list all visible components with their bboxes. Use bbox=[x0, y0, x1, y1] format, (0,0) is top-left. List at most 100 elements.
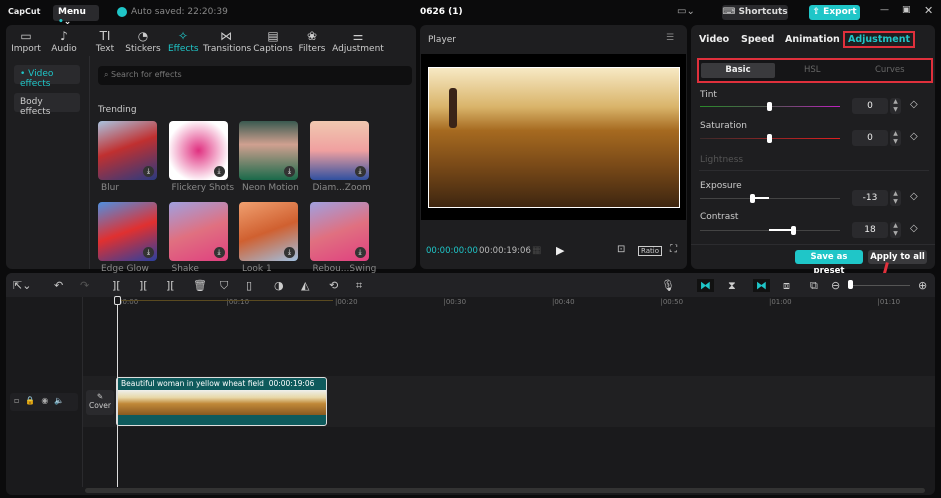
download-icon[interactable]: ⤓ bbox=[354, 247, 366, 258]
toolbar-captions[interactable]: ▤ Captions bbox=[253, 29, 293, 54]
play-button[interactable]: ▶ bbox=[556, 244, 564, 257]
subtab-hsl[interactable]: HSL bbox=[804, 63, 821, 78]
zoom-in-icon[interactable]: ⊕ bbox=[918, 279, 927, 292]
track-icon[interactable]: ▫ bbox=[14, 396, 25, 405]
toolbar-filters[interactable]: ❀ Filters bbox=[297, 29, 327, 54]
subtab-curves[interactable]: Curves bbox=[875, 63, 905, 78]
toolbar-adjustment[interactable]: ⚌ Adjustment bbox=[332, 29, 384, 54]
close-icon[interactable]: ✕ bbox=[924, 4, 933, 17]
apply-to-all-button[interactable]: Apply to all bbox=[868, 250, 927, 264]
microphone-icon[interactable]: 🎙 bbox=[661, 279, 675, 292]
menu-button[interactable]: Menu •⌄ bbox=[53, 5, 99, 27]
effects-search-input[interactable]: ⌕ Search for effects bbox=[98, 66, 412, 85]
eye-icon[interactable]: ◉ bbox=[41, 396, 54, 405]
layout-icon[interactable]: ▭⌄ bbox=[677, 6, 695, 17]
freeze-icon[interactable]: ▯ bbox=[246, 279, 252, 292]
thumbnail-icon[interactable]: ⧉ bbox=[810, 279, 818, 293]
download-icon[interactable]: ⤓ bbox=[284, 247, 295, 258]
tab-speed[interactable]: Speed bbox=[741, 34, 774, 45]
toolbar-stickers[interactable]: ◔ Stickers bbox=[125, 29, 161, 54]
effect-thumbnail[interactable]: ⤓ bbox=[98, 121, 157, 180]
zoom-slider[interactable] bbox=[850, 285, 910, 286]
saturation-stepper[interactable]: ▲ ▼ bbox=[890, 130, 901, 146]
fit-icon[interactable]: ⊡ bbox=[617, 244, 625, 255]
redo-icon[interactable]: ↷ bbox=[80, 279, 89, 292]
download-icon[interactable]: ⤓ bbox=[354, 166, 366, 177]
video-clip[interactable]: Beautiful woman in yellow wheat field 00… bbox=[116, 377, 327, 426]
grid-icon[interactable]: ▦ bbox=[532, 245, 541, 256]
contrast-slider-handle[interactable] bbox=[791, 226, 796, 235]
toolbar-audio[interactable]: ♪ Audio bbox=[48, 29, 80, 54]
minimize-icon[interactable]: — bbox=[880, 5, 889, 15]
effect-thumbnail[interactable]: ⤓ bbox=[309, 202, 369, 261]
download-icon[interactable]: ⤓ bbox=[213, 247, 225, 258]
saturation-slider-handle[interactable] bbox=[767, 134, 772, 143]
cover-button[interactable]: ✎ Cover bbox=[86, 390, 114, 415]
delete-icon[interactable]: 🗑 bbox=[193, 279, 207, 292]
shortcuts-button[interactable]: ⌨ Shortcuts bbox=[722, 5, 788, 20]
effect-thumbnail[interactable]: ⤓ bbox=[239, 202, 298, 261]
download-icon[interactable]: ⤓ bbox=[284, 166, 295, 177]
split-right-icon[interactable]: ][ bbox=[166, 279, 175, 292]
toolbar-transitions[interactable]: ⋈ Transitions bbox=[203, 29, 251, 54]
contrast-keyframe-icon[interactable]: ◇ bbox=[910, 223, 918, 234]
zoom-out-icon[interactable]: ⊖ bbox=[831, 279, 840, 292]
effect-thumbnail[interactable]: ⤓ bbox=[309, 121, 369, 180]
saturation-keyframe-icon[interactable]: ◇ bbox=[910, 131, 918, 142]
tint-slider-handle[interactable] bbox=[767, 102, 772, 111]
download-icon[interactable]: ⤓ bbox=[143, 247, 154, 258]
download-icon[interactable]: ⤓ bbox=[213, 166, 225, 177]
link-icon[interactable]: ⧗ bbox=[728, 279, 736, 293]
toolbar-import[interactable]: ▭ Import bbox=[10, 29, 42, 54]
crop-icon[interactable]: ⌗ bbox=[356, 279, 362, 293]
horizontal-scrollbar[interactable] bbox=[85, 488, 925, 493]
rotate-icon[interactable]: ⟲ bbox=[329, 279, 338, 292]
contrast-input[interactable]: 18 bbox=[852, 222, 888, 238]
undo-icon[interactable]: ↶ bbox=[54, 279, 63, 292]
toolbar-effects[interactable]: ✧ Effects bbox=[168, 29, 199, 54]
tab-video[interactable]: Video bbox=[699, 34, 729, 45]
subtab-basic[interactable]: Basic bbox=[701, 63, 775, 78]
tint-input[interactable]: 0 bbox=[852, 98, 888, 114]
exposure-keyframe-icon[interactable]: ◇ bbox=[910, 191, 918, 202]
sidebar-item-body-effects[interactable]: Body effects bbox=[14, 93, 80, 117]
ratio-button[interactable]: Ratio bbox=[638, 246, 662, 256]
effect-thumbnail[interactable]: ⤓ bbox=[98, 202, 157, 261]
exposure-input[interactable]: -13 bbox=[852, 190, 888, 206]
video-preview[interactable] bbox=[428, 67, 680, 208]
split-track-icon[interactable]: ⧈ bbox=[783, 279, 790, 293]
toolbar-text[interactable]: TI Text bbox=[92, 29, 118, 54]
tint-keyframe-icon[interactable]: ◇ bbox=[910, 99, 918, 110]
exposure-stepper[interactable]: ▲ ▼ bbox=[890, 190, 901, 206]
reverse-icon[interactable]: ◑ bbox=[274, 279, 284, 292]
sidebar-item-video-effects[interactable]: • Video effects bbox=[14, 65, 80, 89]
effect-thumbnail[interactable]: ⤓ bbox=[239, 121, 298, 180]
playhead-handle[interactable] bbox=[114, 296, 121, 305]
preview-axis-icon[interactable]: ⧓ bbox=[753, 279, 770, 292]
magnet-icon[interactable]: ⧓ bbox=[697, 279, 714, 292]
split-left-icon[interactable]: ][ bbox=[139, 279, 148, 292]
mirror-icon[interactable]: ◭ bbox=[301, 279, 309, 292]
maximize-icon[interactable]: ▣ bbox=[902, 5, 911, 15]
contrast-stepper[interactable]: ▲ ▼ bbox=[890, 222, 901, 238]
tab-animation[interactable]: Animation bbox=[785, 34, 840, 45]
marker-icon[interactable]: ⛉ bbox=[220, 279, 228, 293]
select-tool-icon[interactable]: ⇱⌄ bbox=[13, 279, 31, 292]
effect-thumbnail[interactable]: ⤓ bbox=[168, 121, 228, 180]
lock-icon[interactable]: 🔒 bbox=[25, 396, 41, 405]
save-as-preset-button[interactable]: Save as preset bbox=[795, 250, 863, 276]
tint-stepper[interactable]: ▲ ▼ bbox=[890, 98, 901, 114]
exposure-slider[interactable] bbox=[700, 198, 840, 199]
download-icon[interactable]: ⤓ bbox=[143, 166, 154, 177]
saturation-input[interactable]: 0 bbox=[852, 130, 888, 146]
playhead[interactable] bbox=[117, 297, 118, 487]
tab-adjustment[interactable]: Adjustment bbox=[843, 31, 916, 48]
fullscreen-icon[interactable]: ⛶ bbox=[670, 244, 677, 255]
effect-thumbnail[interactable]: ⤓ bbox=[168, 202, 228, 261]
mute-icon[interactable]: 🔈 bbox=[54, 396, 70, 405]
zoom-slider-handle[interactable] bbox=[848, 280, 853, 289]
split-icon[interactable]: ][ bbox=[112, 279, 121, 292]
exposure-slider-handle[interactable] bbox=[750, 194, 755, 203]
player-menu-icon[interactable]: ☰ bbox=[666, 33, 674, 43]
export-button[interactable]: ⇪ Export bbox=[809, 5, 860, 20]
